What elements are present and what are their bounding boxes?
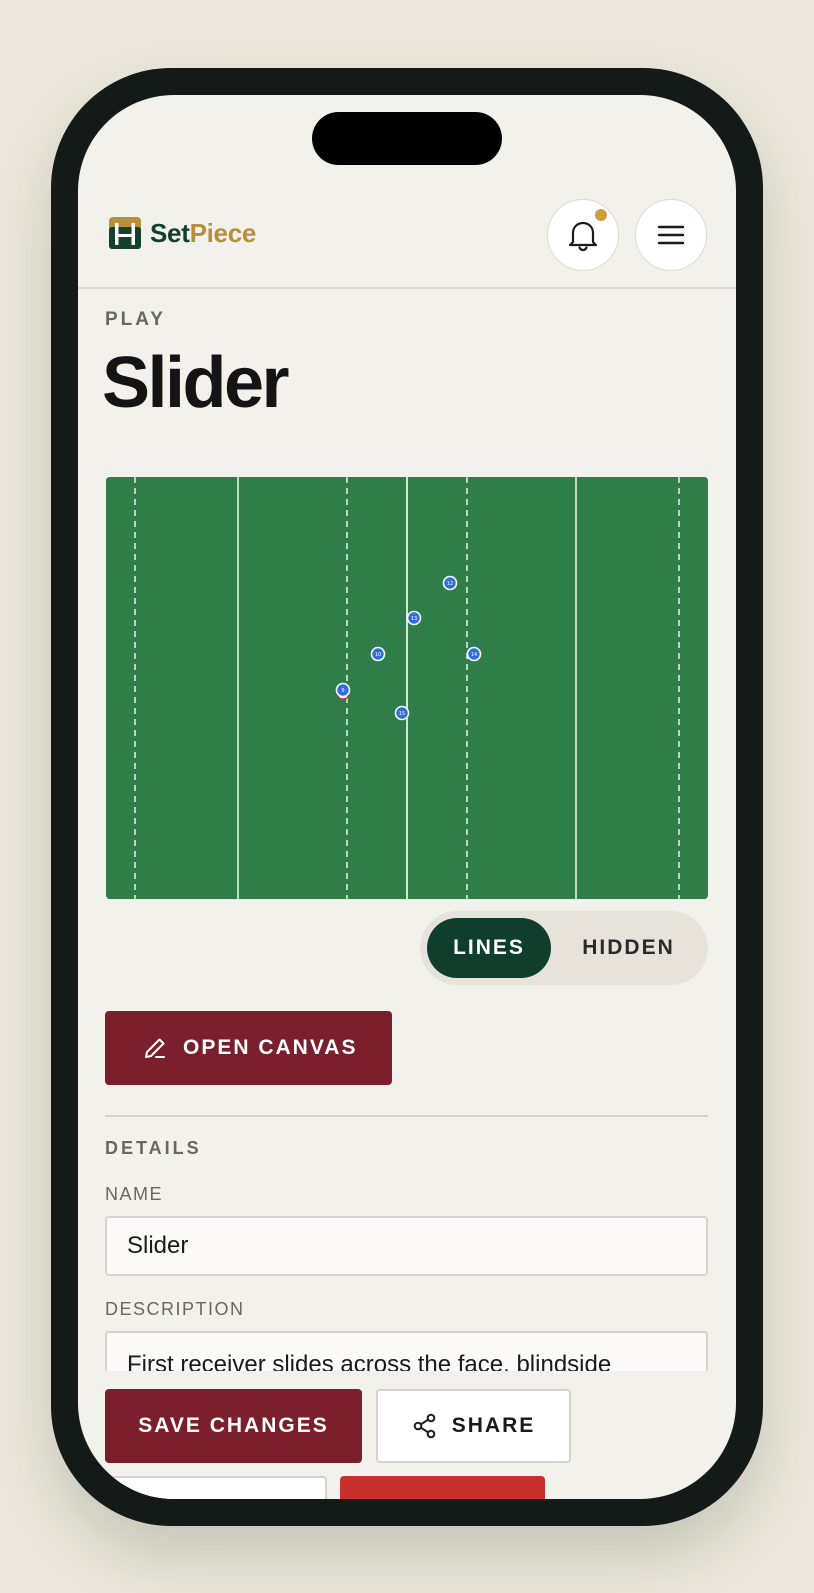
name-value: Slider: [127, 1232, 189, 1259]
secondary-action-button[interactable]: [105, 1476, 327, 1499]
app-screen: SetPiece PLAY Slider 12 13 10 14 9 15 LI…: [78, 95, 736, 1499]
page-title: Slider: [102, 343, 290, 423]
player-number: 12: [447, 581, 453, 587]
section-divider: [105, 1115, 708, 1117]
bell-icon: [568, 221, 598, 252]
player-number: 15: [399, 711, 405, 717]
open-canvas-button[interactable]: OPEN CANVAS: [105, 1011, 392, 1085]
setpiece-logo-icon: [109, 217, 141, 249]
brand-logo[interactable]: SetPiece: [109, 217, 256, 249]
name-label: NAME: [105, 1184, 164, 1204]
description-field[interactable]: First receiver slides across the face, b…: [105, 1331, 708, 1371]
toggle-hidden[interactable]: HIDDEN: [556, 918, 701, 978]
player-number: 13: [411, 616, 417, 622]
toggle-lines[interactable]: LINES: [427, 918, 551, 978]
hamburger-menu-icon: [657, 225, 685, 245]
player-number: 14: [471, 652, 477, 658]
line-visibility-toggle: LINES HIDDEN: [420, 911, 708, 985]
field-canvas: 12 13 10 14 9 15: [106, 477, 708, 899]
phone-frame: SetPiece PLAY Slider 12 13 10 14 9 15 LI…: [51, 68, 763, 1526]
share-button[interactable]: SHARE: [376, 1389, 571, 1463]
dynamic-island: [312, 112, 502, 165]
player-number: 10: [375, 652, 381, 658]
player-number: 9: [341, 688, 344, 694]
name-field[interactable]: Slider: [105, 1216, 708, 1276]
danger-action-button[interactable]: [340, 1476, 545, 1499]
pencil-icon: [145, 1038, 165, 1058]
notifications-button[interactable]: [547, 199, 619, 271]
menu-button[interactable]: [635, 199, 707, 271]
brand-name: SetPiece: [150, 217, 257, 248]
open-canvas-label: OPEN CANVAS: [183, 1036, 358, 1059]
description-value: First receiver slides across the face, b…: [127, 1351, 612, 1371]
details-heading: DETAILS: [105, 1138, 202, 1158]
save-changes-button[interactable]: SAVE CHANGES: [105, 1389, 362, 1463]
page-eyebrow: PLAY: [105, 309, 166, 330]
share-label: SHARE: [451, 1414, 536, 1437]
notification-dot: [595, 209, 607, 221]
top-bar: SetPiece: [78, 199, 736, 289]
description-label: DESCRIPTION: [105, 1299, 245, 1319]
share-icon: [413, 1413, 436, 1439]
play-field[interactable]: 12 13 10 14 9 15: [106, 477, 708, 899]
